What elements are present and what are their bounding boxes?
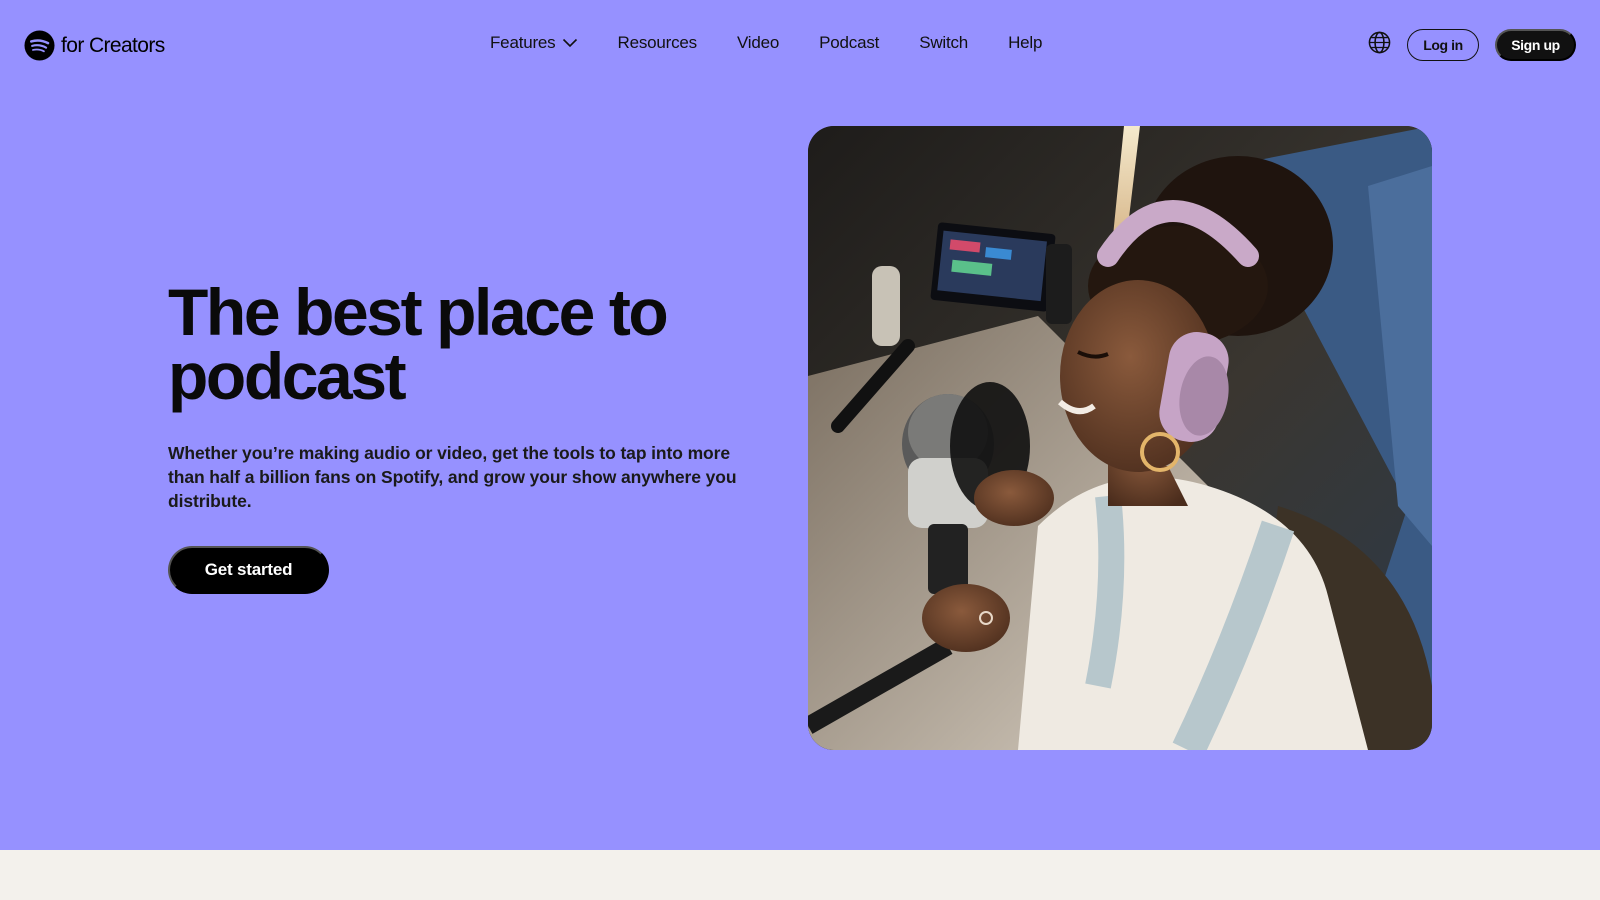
site-header: for Creators Features Resources Video Po… [0, 0, 1600, 90]
signup-button[interactable]: Sign up [1495, 29, 1576, 61]
nav-item-switch[interactable]: Switch [919, 33, 968, 53]
hero-section: for Creators Features Resources Video Po… [0, 0, 1600, 850]
hero-headline: The best place to podcast [168, 275, 669, 413]
main-nav: Features Resources Video Podcast Switch … [490, 33, 1042, 53]
globe-icon[interactable] [1368, 31, 1391, 54]
spotify-logo-icon [24, 30, 55, 61]
hero-subtext: Whether you’re making audio or video, ge… [168, 443, 737, 511]
nav-item-resources[interactable]: Resources [617, 33, 698, 53]
nav-item-label: Podcast [819, 33, 880, 52]
nav-item-label: Resources [617, 33, 698, 52]
nav-item-podcast[interactable]: Podcast [819, 33, 879, 53]
chevron-down-icon [562, 38, 577, 48]
nav-item-label: Switch [919, 33, 969, 52]
logo-text: for Creators [61, 33, 165, 57]
nav-item-label: Video [736, 33, 780, 52]
login-button[interactable]: Log in [1407, 29, 1479, 61]
nav-item-video[interactable]: Video [737, 33, 779, 53]
get-started-button[interactable]: Get started [168, 546, 329, 594]
logo-link[interactable]: for Creators [24, 30, 165, 61]
lower-band [0, 850, 1600, 900]
nav-item-label: Features [490, 33, 556, 52]
nav-item-label: Help [1008, 33, 1043, 52]
nav-item-help[interactable]: Help [1008, 33, 1042, 53]
podcaster-photo [808, 126, 1432, 750]
hero-image [808, 126, 1432, 750]
nav-item-features[interactable]: Features [490, 33, 578, 53]
